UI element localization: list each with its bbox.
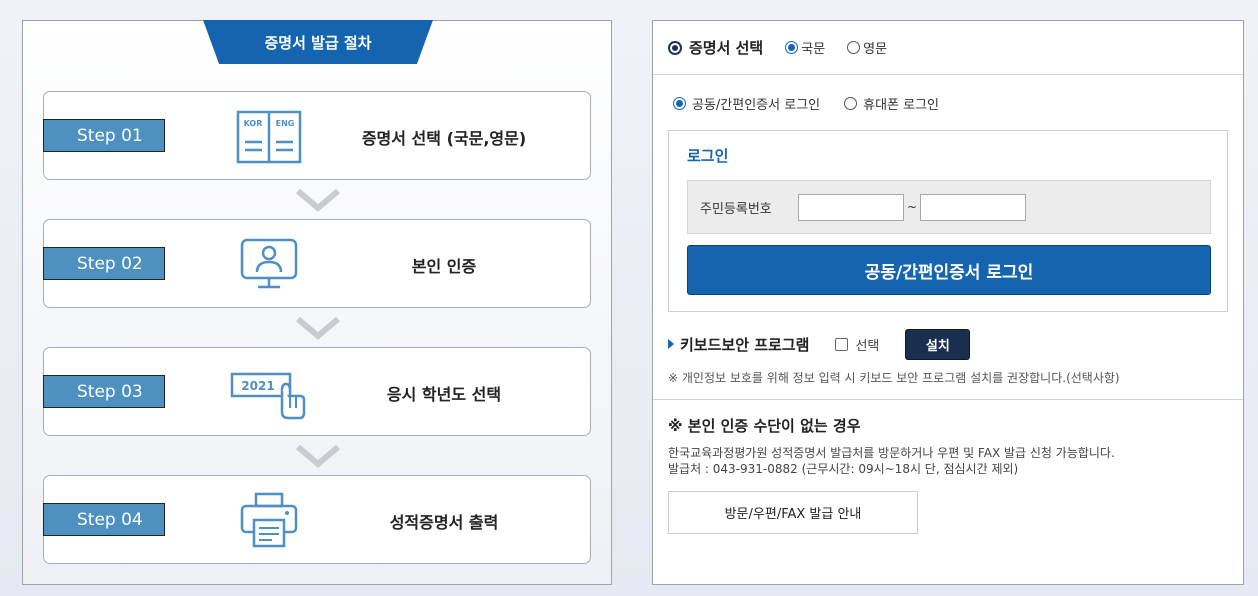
step-03-label: Step 03 [43, 375, 165, 408]
keyboard-security-checkbox[interactable] [835, 337, 849, 351]
year-icon-text: 2021 [241, 379, 274, 393]
install-button[interactable]: 설치 [905, 328, 971, 360]
chevron-down-icon [296, 444, 340, 468]
bullet-circle-icon [668, 40, 682, 55]
year-select-hand-icon: 2021 [230, 372, 306, 420]
chevron-down-icon [296, 188, 340, 212]
resident-number-second-input[interactable] [920, 193, 1027, 221]
radio-korean[interactable] [785, 41, 799, 54]
eng-icon-text: ENG [276, 119, 295, 128]
printer-icon [240, 492, 298, 548]
certificate-select-row: 증명서 선택 국문 영문 [653, 21, 1243, 75]
no-auth-line-1: 한국교육과정평가원 성적증명서 발급처를 방문하거나 우편 및 FAX 발급 신… [668, 446, 1115, 460]
step-02-text: 본인 인증 [411, 256, 477, 276]
monitor-user-icon [240, 238, 298, 289]
certificate-title: 증명서 선택 [689, 39, 764, 57]
step-02-label: Step 02 [43, 247, 165, 280]
procedure-header: 증명서 발급 절차 [203, 20, 433, 64]
step-02-box: Step 02 본인 인증 [43, 219, 591, 308]
resident-number-first-input[interactable] [798, 193, 904, 221]
keyboard-security-note: ※ 개인정보 보호를 위해 정보 입력 시 키보드 보안 프로그램 설치를 권장… [668, 371, 1120, 385]
radio-korean-label[interactable]: 국문 [801, 38, 825, 57]
radio-cert-login[interactable] [673, 96, 686, 110]
login-method-options: 공동/간편인증서 로그인 휴대폰 로그인 [673, 93, 963, 113]
step-04-box: Step 04 성적증명서 출력 [43, 475, 591, 564]
triangle-bullet-icon [668, 339, 674, 349]
step-01-box: Step 01 KOR ENG 증명서 선택 (국문,영문) [43, 91, 591, 180]
radio-phone-login-label[interactable]: 휴대폰 로그인 [863, 94, 939, 113]
issuance-panel: 증명서 선택 국문 영문 공동/간편인증서 로그인 휴대폰 로그인 로그인 주민… [652, 20, 1244, 585]
step-01-text: 증명서 선택 (국문,영문) [361, 128, 527, 148]
keyboard-security-title: 키보드보안 프로그램 [680, 335, 810, 354]
resident-number-separator: ~ [907, 200, 918, 214]
no-auth-title: ※ 본인 인증 수단이 없는 경우 [668, 417, 861, 435]
divider [653, 399, 1243, 400]
visit-mail-fax-guide-button[interactable]: 방문/우편/FAX 발급 안내 [668, 491, 918, 534]
radio-cert-login-label[interactable]: 공동/간편인증서 로그인 [692, 94, 820, 113]
keyboard-security-check-label[interactable]: 선택 [855, 335, 879, 354]
step-03-text: 응시 학년도 선택 [386, 384, 502, 404]
resident-number-row: 주민등록번호 ~ [687, 180, 1211, 234]
document-kor-eng-icon: KOR ENG [236, 110, 302, 164]
step-01-label: Step 01 [43, 119, 165, 152]
no-auth-description: 한국교육과정평가원 성적증명서 발급처를 방문하거나 우편 및 FAX 발급 신… [668, 445, 1115, 477]
radio-english[interactable] [847, 41, 861, 54]
chevron-down-icon [296, 316, 340, 340]
no-auth-line-2: 발급처 : 043-931-0882 (근무시간: 09시~18시 단, 점심시… [668, 462, 1019, 476]
radio-english-label[interactable]: 영문 [863, 38, 887, 57]
login-box: 로그인 주민등록번호 ~ 공동/간편인증서 로그인 [668, 130, 1228, 312]
login-title: 로그인 [687, 147, 729, 165]
step-04-text: 성적증명서 출력 [389, 512, 499, 532]
cert-login-button[interactable]: 공동/간편인증서 로그인 [687, 245, 1211, 295]
resident-number-label: 주민등록번호 [700, 201, 772, 217]
procedure-panel: 증명서 발급 절차 Step 01 KOR ENG 증명서 선택 (국문,영문)… [22, 20, 612, 585]
step-04-label: Step 04 [43, 503, 165, 536]
kor-icon-text: KOR [244, 119, 263, 128]
radio-phone-login[interactable] [844, 96, 858, 110]
step-03-box: Step 03 2021 응시 학년도 선택 [43, 347, 591, 436]
keyboard-security-row: 키보드보안 프로그램 선택 설치 [668, 328, 971, 360]
